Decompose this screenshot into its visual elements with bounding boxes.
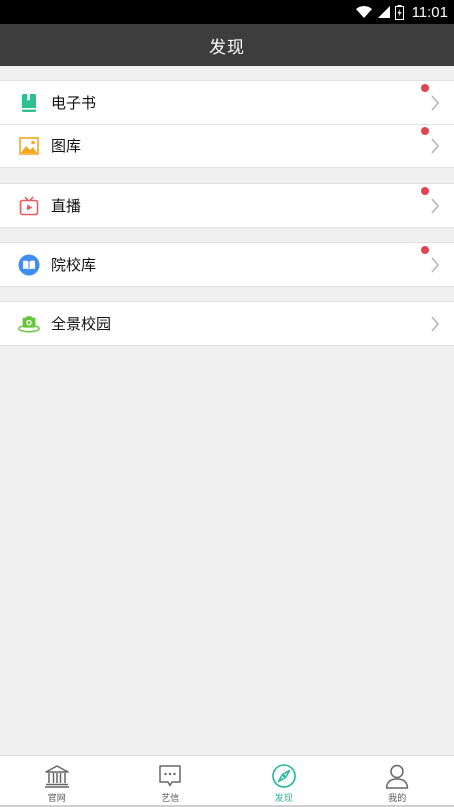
bank-icon (44, 765, 69, 788)
menu-item-live[interactable]: 直播 (0, 184, 454, 227)
college-book-icon (18, 254, 40, 276)
menu-item-label: 电子书 (51, 94, 97, 112)
status-icons: 11:01 (355, 2, 448, 22)
notification-badge (421, 84, 429, 92)
live-tv-icon (18, 195, 40, 217)
message-icon (159, 765, 181, 787)
menu-group-panorama: 全景校园 (0, 301, 454, 346)
menu-item-college[interactable]: 院校库 (0, 243, 454, 286)
menu-group-college: 院校库 (0, 242, 454, 287)
person-icon (386, 764, 409, 789)
tab-discover[interactable]: 发现 (227, 756, 341, 807)
menu-item-label: 直播 (51, 197, 82, 215)
status-time: 11:01 (411, 3, 448, 21)
menu-group-reading: 电子书 图库 (0, 80, 454, 168)
menu-item-label: 全景校园 (51, 315, 112, 333)
tab-label: 艺信 (161, 794, 180, 804)
notification-badge (421, 246, 429, 254)
signal-icon (377, 6, 390, 18)
menu-item-label: 院校库 (51, 256, 97, 274)
menu-item-label: 图库 (51, 137, 82, 155)
menu-item-panorama[interactable]: 全景校园 (0, 302, 454, 345)
ebook-icon (18, 92, 40, 114)
chevron-right-icon (431, 316, 440, 332)
tab-official-site[interactable]: 官网 (0, 756, 114, 807)
status-bar: 11:01 (0, 0, 454, 24)
notification-badge (421, 127, 429, 135)
wifi-icon (355, 5, 372, 18)
tab-label: 我的 (388, 794, 407, 804)
battery-icon (394, 4, 404, 20)
notification-badge (421, 187, 429, 195)
page-title: 发现 (209, 37, 245, 58)
menu-group-live: 直播 (0, 183, 454, 228)
chevron-right-icon (431, 138, 440, 154)
app-header: 发现 (0, 24, 454, 66)
menu-item-ebook[interactable]: 电子书 (0, 81, 454, 124)
tab-messages[interactable]: 艺信 (114, 756, 228, 807)
chevron-right-icon (431, 95, 440, 111)
panorama-camera-icon (18, 313, 40, 335)
chevron-right-icon (431, 198, 440, 214)
chevron-right-icon (431, 257, 440, 273)
gallery-icon (18, 135, 40, 157)
bottom-tab-bar: 官网 艺信 发现 我的 (0, 755, 454, 807)
compass-icon (271, 764, 296, 788)
tab-label: 发现 (274, 794, 293, 804)
tab-profile[interactable]: 我的 (341, 756, 454, 807)
tab-label: 官网 (47, 794, 66, 804)
menu-item-gallery[interactable]: 图库 (0, 124, 454, 167)
